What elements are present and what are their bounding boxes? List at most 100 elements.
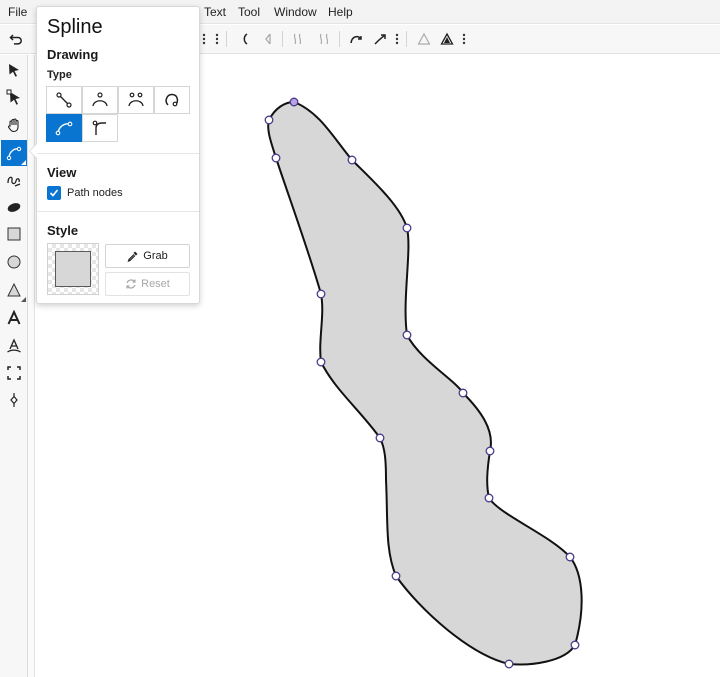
panel-arrow bbox=[30, 144, 37, 158]
ellipse-icon bbox=[7, 255, 21, 269]
arc-up-icon bbox=[92, 92, 108, 107]
corner-indicator-icon bbox=[21, 297, 26, 302]
fill-color-swatch[interactable] bbox=[47, 243, 99, 295]
tool-select[interactable] bbox=[1, 57, 27, 83]
triangle-fill-button[interactable] bbox=[435, 28, 459, 50]
path-node[interactable] bbox=[391, 571, 401, 581]
tool-brush[interactable] bbox=[1, 194, 27, 220]
menu-file[interactable]: File bbox=[6, 0, 29, 24]
reset-button[interactable]: Reset bbox=[105, 272, 190, 296]
triangle-outline-icon bbox=[417, 32, 431, 45]
smooth-node-icon bbox=[243, 33, 248, 45]
pointer-icon bbox=[9, 64, 19, 77]
node-pointer-icon bbox=[6, 89, 20, 105]
grab-button[interactable]: Grab bbox=[105, 244, 190, 268]
path-node[interactable] bbox=[570, 640, 580, 650]
checkmark-icon bbox=[49, 189, 59, 197]
smooth-node-button[interactable] bbox=[232, 28, 256, 50]
tool-pan[interactable] bbox=[1, 112, 27, 138]
tool-node[interactable] bbox=[1, 84, 27, 110]
path-node[interactable] bbox=[264, 115, 274, 125]
triangle-outline-button[interactable] bbox=[412, 28, 436, 50]
reset-icon bbox=[126, 279, 136, 289]
drawing-heading: Drawing bbox=[47, 47, 99, 62]
sharp-node-button[interactable] bbox=[256, 28, 280, 50]
path-node[interactable] bbox=[484, 493, 494, 503]
join-curves-icon bbox=[293, 33, 302, 45]
grab-label: Grab bbox=[143, 250, 168, 262]
split-curves-icon bbox=[319, 33, 329, 45]
type-corner-button[interactable] bbox=[82, 114, 118, 142]
eyedropper-icon bbox=[127, 251, 138, 262]
toolbar-more-3[interactable] bbox=[393, 29, 401, 49]
path-nodes-label[interactable]: Path nodes bbox=[67, 187, 123, 199]
menu-window[interactable]: Window bbox=[272, 0, 319, 24]
path-node[interactable] bbox=[485, 446, 495, 456]
tool-anchor[interactable] bbox=[1, 387, 27, 413]
triangle-fill-icon bbox=[440, 32, 454, 45]
tool-freehand[interactable] bbox=[1, 167, 27, 193]
tool-rectangle[interactable] bbox=[1, 221, 27, 247]
reverse-curve-button[interactable] bbox=[344, 28, 368, 50]
tools-sidebar bbox=[0, 55, 28, 677]
undo-icon bbox=[9, 34, 22, 45]
spline-curve-icon bbox=[6, 146, 22, 161]
toolbar-more-1[interactable] bbox=[200, 29, 208, 49]
path-node[interactable] bbox=[316, 357, 326, 367]
more-vertical-icon bbox=[462, 33, 466, 45]
freehand-icon bbox=[7, 176, 21, 187]
tool-path-text[interactable] bbox=[1, 333, 27, 359]
sharp-node-icon bbox=[265, 33, 271, 45]
tool-spline[interactable] bbox=[1, 140, 27, 166]
break-curve-icon bbox=[374, 34, 386, 45]
reset-label: Reset bbox=[141, 278, 170, 290]
fill-color-preview bbox=[55, 251, 91, 287]
split-curves-button[interactable] bbox=[312, 28, 336, 50]
type-loop-button[interactable] bbox=[154, 86, 190, 114]
spline-curve-icon bbox=[55, 121, 73, 136]
corner-indicator-icon bbox=[21, 160, 26, 165]
tool-ellipse[interactable] bbox=[1, 249, 27, 275]
path-node[interactable] bbox=[347, 155, 357, 165]
path-node[interactable] bbox=[565, 552, 575, 562]
menu-tool[interactable]: Tool bbox=[236, 0, 262, 24]
type-spline-button[interactable] bbox=[46, 114, 82, 142]
style-heading: Style bbox=[47, 223, 79, 238]
undo-button[interactable] bbox=[4, 28, 28, 50]
tool-text[interactable] bbox=[1, 305, 27, 331]
menu-help[interactable]: Help bbox=[326, 0, 355, 24]
tool-crop[interactable] bbox=[1, 360, 27, 386]
spline-panel: Spline Drawing Type View Path nodes Styl… bbox=[36, 6, 200, 304]
arc-double-icon bbox=[128, 92, 144, 107]
menu-text[interactable]: Text bbox=[202, 0, 228, 24]
more-vertical-icon bbox=[395, 33, 399, 45]
corner-curve-icon bbox=[92, 120, 106, 135]
crop-frame-icon bbox=[7, 366, 21, 380]
hand-icon bbox=[7, 118, 19, 133]
more-vertical-icon bbox=[215, 33, 219, 45]
path-node[interactable] bbox=[316, 289, 326, 299]
view-heading: View bbox=[47, 165, 77, 180]
path-nodes-checkbox[interactable] bbox=[47, 186, 61, 200]
path-node[interactable] bbox=[271, 153, 281, 163]
text-icon bbox=[7, 310, 21, 325]
path-node[interactable] bbox=[458, 388, 468, 398]
type-line-button[interactable] bbox=[46, 86, 82, 114]
reverse-curve-icon bbox=[350, 35, 362, 44]
join-curves-button[interactable] bbox=[286, 28, 310, 50]
tool-polygon[interactable] bbox=[1, 277, 27, 303]
toolbar-more-4[interactable] bbox=[460, 29, 468, 49]
type-arc-button[interactable] bbox=[82, 86, 118, 114]
type-double-arc-button[interactable] bbox=[118, 86, 154, 114]
path-text-icon bbox=[7, 338, 21, 353]
loop-icon bbox=[165, 93, 179, 107]
break-curve-button[interactable] bbox=[368, 28, 392, 50]
blob-path[interactable] bbox=[267, 100, 583, 666]
brush-blob-icon bbox=[7, 203, 21, 212]
path-node[interactable] bbox=[375, 433, 385, 443]
path-node[interactable] bbox=[504, 659, 514, 669]
path-node[interactable] bbox=[402, 223, 412, 233]
path-node[interactable] bbox=[402, 330, 412, 340]
toolbar-more-2[interactable] bbox=[213, 29, 221, 49]
selected-path-node[interactable] bbox=[289, 97, 299, 107]
